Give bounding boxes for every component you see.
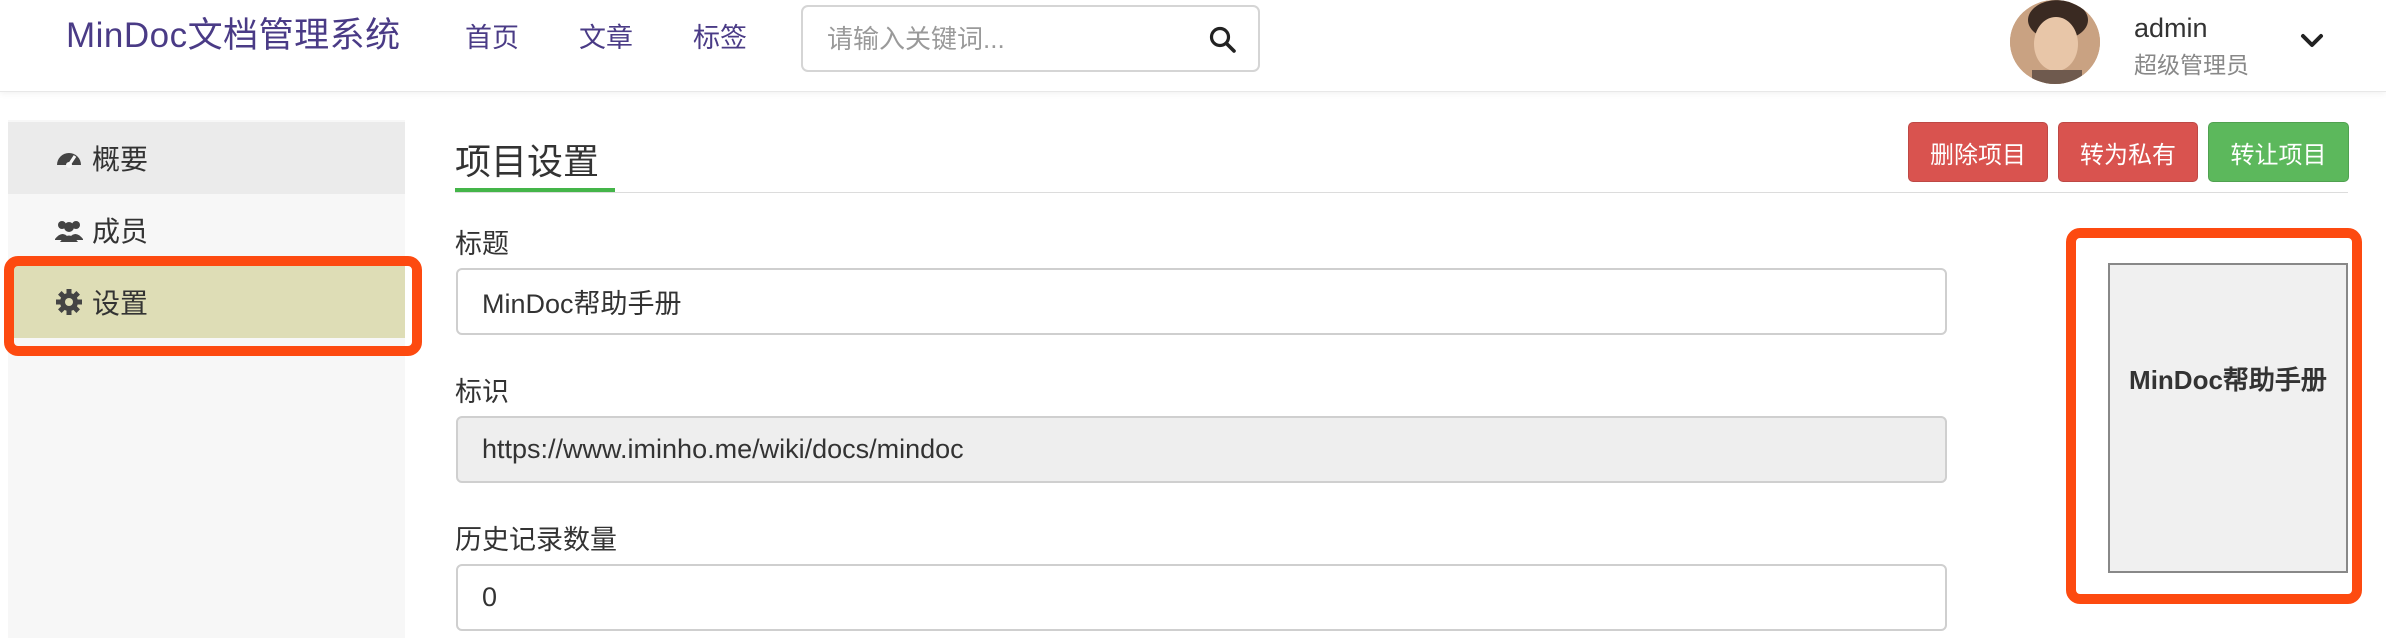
make-private-button[interactable]: 转为私有	[2058, 122, 2198, 182]
top-navbar: MinDoc文档管理系统 首页 文章 标签 admin 超级管理员	[0, 0, 2386, 92]
sidebar-item-label: 成员	[92, 216, 149, 247]
search-box	[801, 5, 1260, 72]
history-count-input[interactable]: 0	[456, 564, 1947, 631]
user-name[interactable]: admin	[2134, 13, 2208, 44]
user-role: 超级管理员	[2134, 52, 2249, 78]
sidebar-item-label: 概要	[92, 144, 149, 175]
history-count-label: 历史记录数量	[455, 525, 617, 555]
divider	[455, 192, 2348, 193]
transfer-project-button[interactable]: 转让项目	[2208, 122, 2349, 182]
delete-project-button[interactable]: 删除项目	[1908, 122, 2048, 182]
brand-logo-text[interactable]: MinDoc文档管理系统	[66, 14, 401, 58]
search-input[interactable]	[827, 19, 1187, 59]
sidebar-item-overview[interactable]: 概要	[8, 122, 405, 194]
dashboard-icon	[57, 153, 81, 168]
user-avatar[interactable]	[2010, 0, 2100, 84]
identifier-input: https://www.iminho.me/wiki/docs/mindoc	[456, 416, 1947, 483]
highlight-box-settings	[4, 256, 422, 356]
highlight-box-cover	[2066, 228, 2362, 604]
search-icon[interactable]	[1208, 25, 1238, 55]
sidebar: 概要 成员 设置	[8, 120, 405, 638]
nav-home-link[interactable]: 首页	[465, 18, 519, 58]
page-title: 项目设置	[455, 141, 600, 182]
title-input[interactable]: MinDoc帮助手册	[456, 268, 1947, 335]
identifier-label: 标识	[455, 377, 509, 407]
nav-tags-link[interactable]: 标签	[693, 18, 747, 58]
chevron-down-icon[interactable]	[2297, 26, 2327, 56]
title-label: 标题	[455, 229, 509, 259]
users-icon	[55, 221, 83, 242]
nav-articles-link[interactable]: 文章	[579, 18, 633, 58]
main-nav: 首页 文章 标签	[465, 18, 747, 58]
